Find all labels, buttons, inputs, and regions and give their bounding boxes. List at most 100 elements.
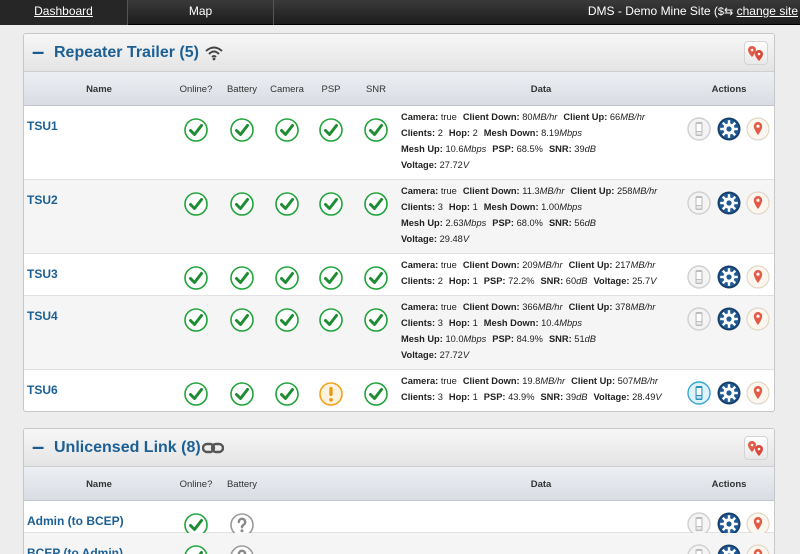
data-line: Mesh Up: 10.6Mbps PSP: 68.5% SNR: 39dB	[401, 141, 645, 157]
data-key: Voltage:	[593, 276, 630, 286]
panel-title: Unlicensed Link (8)	[54, 439, 201, 456]
data-cell: Camera: true Client Down: 80MB/hr Client U…	[401, 109, 645, 173]
col-psp: PSP	[321, 84, 341, 95]
panel-header: – Unlicensed Link (8)	[24, 429, 774, 467]
phone-icon[interactable]	[687, 191, 711, 215]
data-line: Camera: true Client Down: 19.8MB/hr Client…	[401, 373, 662, 389]
data-unit: MB/hr	[537, 260, 563, 270]
map-pin-icon[interactable]	[746, 191, 770, 215]
data-unit: MB/hr	[630, 260, 656, 270]
ok-check-icon	[319, 118, 343, 142]
data-key: Mesh Up:	[401, 144, 443, 154]
table-row: Admin (to BCEP)	[24, 501, 774, 537]
data-key: Hop:	[448, 128, 471, 138]
data-key: Client Down:	[462, 112, 520, 122]
settings-gear-icon[interactable]	[717, 544, 741, 554]
data-unit: Mbps	[559, 202, 582, 212]
map-pin-icon[interactable]	[746, 381, 770, 405]
data-key: SNR:	[548, 334, 572, 344]
phone-icon[interactable]	[687, 265, 711, 289]
data-unit: Mbps	[463, 144, 487, 154]
data-key: Hop:	[448, 276, 471, 286]
map-pin-icon[interactable]	[746, 307, 770, 331]
data-key: Client Down:	[462, 302, 520, 312]
phone-icon[interactable]	[687, 544, 711, 554]
collapse-toggle[interactable]: –	[32, 436, 44, 458]
panel-title: Repeater Trailer (5)	[54, 44, 199, 61]
row-name-link[interactable]: TSU2	[27, 193, 58, 207]
data-line: Camera: true Client Down: 80MB/hr Client U…	[401, 109, 645, 125]
ok-check-icon	[275, 118, 299, 142]
data-value: 378	[615, 302, 631, 312]
data-key: Voltage:	[401, 160, 437, 170]
data-key: Mesh Down:	[483, 128, 539, 138]
data-value: 1	[472, 276, 478, 286]
col-data: Data	[530, 84, 552, 95]
data-value: 1.00	[541, 202, 560, 212]
column-header: Name Online? Battery Data Actions	[24, 467, 774, 501]
settings-gear-icon[interactable]	[717, 265, 741, 289]
data-key: Hop:	[448, 392, 471, 402]
tab-map[interactable]: Map	[128, 0, 274, 25]
row-name-link[interactable]: TSU1	[27, 119, 58, 133]
tab-map-label: Map	[188, 4, 213, 18]
table-row: BCEP (to Admin)	[24, 533, 774, 554]
settings-gear-icon[interactable]	[717, 191, 741, 215]
data-line: Camera: true Client Down: 209MB/hr Client …	[401, 257, 656, 273]
phone-icon[interactable]	[687, 117, 711, 141]
data-value: 366	[522, 302, 538, 312]
row-name-link[interactable]: TSU3	[27, 267, 58, 281]
data-line: Mesh Up: 2.63Mbps PSP: 68.0% SNR: 56dB	[401, 215, 657, 231]
phone-icon[interactable]	[687, 307, 711, 331]
collapse-toggle[interactable]: –	[32, 41, 44, 63]
data-key: PSP:	[492, 334, 514, 344]
col-online: Online?	[179, 479, 213, 490]
data-value: 43.9%	[508, 392, 535, 402]
data-unit: Mbps	[559, 128, 582, 138]
ok-check-icon	[275, 266, 299, 290]
map-pin-icon[interactable]	[746, 265, 770, 289]
tab-dashboard[interactable]: Dashboard	[0, 0, 128, 25]
col-snr: SNR	[365, 84, 387, 95]
data-value: true	[440, 260, 457, 270]
data-unit: Mbps	[559, 318, 582, 328]
table-row: TSU6 Camera: true Client Down: 19.8MB/hr Cl…	[24, 370, 774, 411]
change-site-link[interactable]: change site	[737, 4, 798, 18]
map-pin-icon[interactable]	[746, 117, 770, 141]
map-view-button[interactable]	[744, 436, 768, 460]
map-pin-icon[interactable]	[746, 544, 770, 554]
data-value: 19.8	[522, 376, 541, 386]
settings-gear-icon[interactable]	[717, 117, 741, 141]
data-line: Voltage: 27.72V	[401, 347, 655, 363]
data-key: Camera:	[401, 186, 439, 196]
data-cell: Camera: true Client Down: 209MB/hr Client …	[401, 257, 656, 289]
data-value: 29.48	[439, 234, 463, 244]
data-key: Client Up:	[563, 112, 608, 122]
row-name-link[interactable]: TSU6	[27, 383, 58, 397]
data-value: 80	[522, 112, 533, 122]
ok-check-icon	[184, 382, 208, 406]
data-line: Clients: 3 Hop: 1 Mesh Down: 10.4Mbps	[401, 315, 655, 331]
data-unit: V	[462, 350, 470, 360]
row-name-link[interactable]: BCEP (to Admin)	[27, 546, 123, 554]
data-key: PSP:	[492, 144, 514, 154]
row-name-link[interactable]: TSU4	[27, 309, 58, 323]
row-name-link[interactable]: Admin (to BCEP)	[27, 514, 124, 528]
data-key: Client Up:	[571, 376, 616, 386]
ok-check-icon	[184, 266, 208, 290]
ok-check-icon	[230, 382, 254, 406]
ok-check-icon	[184, 192, 208, 216]
col-battery: Battery	[226, 479, 258, 490]
settings-gear-icon[interactable]	[717, 381, 741, 405]
table-row: TSU1 Camera: true Client Down: 80MB/hr Clie…	[24, 106, 774, 180]
table-row: TSU2 Camera: true Client Down: 11.3MB/hr Cl…	[24, 180, 774, 254]
settings-gear-icon[interactable]	[717, 307, 741, 331]
data-key: Client Up:	[568, 260, 613, 270]
ok-check-icon	[275, 382, 299, 406]
data-value: 68.5%	[516, 144, 543, 154]
map-view-button[interactable]	[744, 41, 768, 65]
data-unit: dB	[584, 144, 596, 154]
data-key: Client Up:	[570, 186, 615, 196]
phone-icon[interactable]	[687, 381, 711, 405]
data-cell: Camera: true Client Down: 19.8MB/hr Client…	[401, 373, 662, 405]
